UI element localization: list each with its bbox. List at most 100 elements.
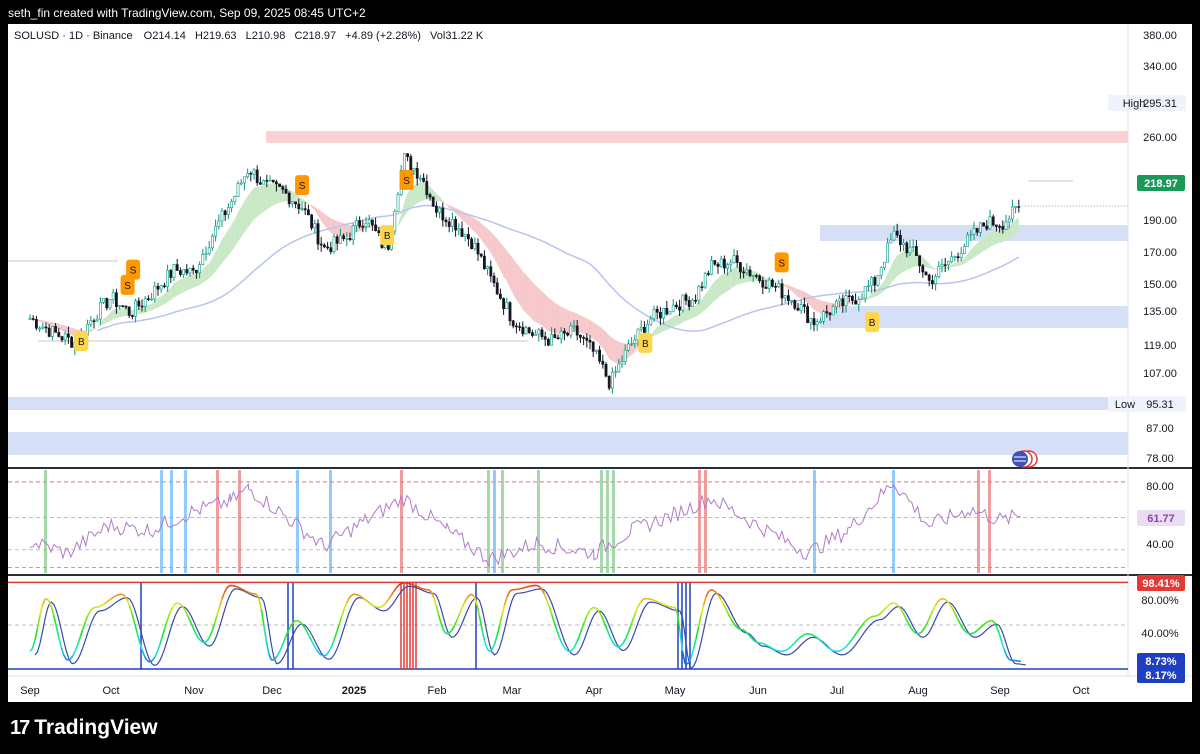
ema-ribbon-segment — [718, 274, 722, 298]
stoch-k-segment — [841, 647, 845, 651]
candle-body — [147, 298, 150, 300]
ema-ribbon-segment — [497, 238, 501, 271]
ema-ribbon-segment — [471, 216, 475, 232]
stoch-k-segment — [543, 593, 548, 600]
ema-ribbon-segment — [266, 183, 270, 210]
ema-ribbon-segment — [106, 313, 110, 323]
stoch-k-segment — [578, 628, 583, 637]
stoch-k-segment — [783, 649, 788, 652]
candle-body — [316, 223, 320, 245]
chart-svg[interactable]: SOLUSD · 1D · Binance O214.14 H219.63 L2… — [8, 24, 1192, 702]
candle-body — [866, 285, 870, 288]
stoch-k-segment — [919, 629, 924, 634]
stoch-k-segment — [929, 609, 934, 617]
rsi-signal-bar — [813, 470, 816, 573]
stoch-k-segment — [772, 648, 776, 651]
ema-ribbon-segment — [654, 326, 658, 336]
candle-body — [89, 320, 93, 325]
ema-ribbon-segment — [324, 213, 328, 230]
stoch-k-segment — [218, 598, 223, 608]
candle-body — [364, 222, 368, 227]
stoch-k-segment — [365, 600, 370, 604]
rsi-line — [29, 482, 1021, 568]
candle-body — [742, 271, 746, 274]
stoch-k-segment — [967, 632, 971, 635]
stoch-k-segment — [605, 627, 610, 635]
price-axis-tick: 380.00 — [1143, 30, 1177, 42]
candle-body — [905, 242, 909, 254]
candle-body — [767, 279, 771, 289]
ema-ribbon-segment — [673, 314, 677, 327]
ohlc-legend: SOLUSD · 1D · Binance O214.14 H219.63 L2… — [14, 30, 484, 42]
candle-body — [1004, 221, 1008, 230]
stoch-k-segment — [627, 625, 632, 633]
candle-body — [838, 298, 842, 302]
signal-marker-label: B — [642, 339, 649, 350]
stoch-k-segment — [235, 585, 239, 588]
stoch-k-segment — [616, 645, 619, 648]
tradingview-logo-icon: 17 — [10, 716, 30, 739]
tradingview-brand: 17 TradingView — [10, 716, 158, 740]
ema-ribbon-segment — [254, 186, 258, 220]
stoch-k-segment — [881, 608, 886, 613]
stoch-k-segment — [463, 597, 468, 603]
candle-body — [578, 334, 582, 338]
ema-ribbon-segment — [926, 260, 930, 269]
ema-ribbon-segment — [977, 239, 981, 256]
last-price-tag: 218.97 — [1144, 178, 1178, 190]
stoch-k-segment — [151, 656, 156, 662]
stoch-k-segment — [832, 649, 836, 653]
ema-ribbon-segment — [174, 280, 178, 298]
stoch-k-segment — [843, 645, 848, 649]
candle-body — [879, 267, 883, 276]
stoch-k-segment — [206, 637, 211, 642]
candle-body — [687, 300, 691, 307]
candle-body — [66, 333, 70, 338]
stoch-k-segment — [942, 597, 946, 601]
ema-ribbon-segment — [980, 237, 984, 254]
candle-body — [230, 201, 234, 208]
stoch-k-segment — [82, 621, 87, 630]
stoch-k-segment — [271, 658, 275, 661]
candle-body — [748, 269, 752, 276]
stoch-k-segment — [146, 659, 150, 663]
candle-body — [345, 238, 349, 240]
ema-ribbon-segment — [292, 191, 296, 202]
candle-body — [665, 307, 669, 315]
legend-low: 210.98 — [252, 30, 286, 42]
ema-ribbon-segment — [183, 277, 187, 293]
stochastic-pane — [8, 581, 1128, 670]
ema-ribbon-segment — [692, 305, 696, 319]
candle-body — [306, 209, 310, 216]
us-flag-icon — [1012, 450, 1038, 468]
stoch-k-segment — [593, 606, 597, 610]
candle-body — [982, 222, 986, 227]
stoch-k-segment — [41, 598, 46, 606]
candle-body — [252, 169, 256, 175]
signal-marker-label: S — [124, 281, 131, 292]
stoch-k-segment — [545, 599, 550, 607]
candle-body — [303, 208, 307, 211]
stoch-k-segment — [662, 603, 666, 607]
stoch-k-segment — [853, 631, 858, 637]
stoch-k-segment — [283, 633, 288, 641]
candle-body — [978, 222, 982, 233]
ema-ribbon-segment — [593, 322, 597, 341]
ema-ribbon-segment — [161, 294, 165, 306]
stoch-k-segment — [428, 589, 432, 593]
stoch-k-segment — [67, 658, 71, 661]
stoch-k-segment — [996, 626, 1001, 635]
stoch-k-segment — [111, 595, 116, 599]
stoch-k-segment — [363, 598, 368, 602]
stoch-k-segment — [385, 598, 390, 603]
candle-body — [658, 311, 662, 319]
candle-body — [556, 337, 560, 340]
ema-ribbon-segment — [263, 184, 267, 212]
stoch-k-segment — [979, 625, 983, 629]
candle-body — [857, 299, 861, 305]
candle-body — [956, 256, 960, 259]
candle-body — [287, 192, 291, 205]
ema-ribbon-segment — [225, 229, 229, 260]
candle-body — [799, 304, 803, 311]
chart-area[interactable]: SOLUSD · 1D · Binance O214.14 H219.63 L2… — [8, 24, 1192, 702]
